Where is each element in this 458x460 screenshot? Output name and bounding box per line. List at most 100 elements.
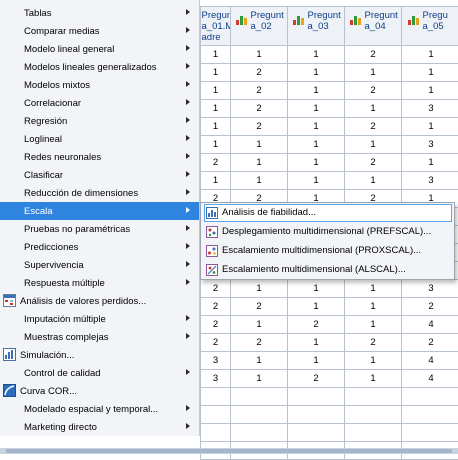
table-cell[interactable]: 1 <box>288 352 345 370</box>
table-cell[interactable]: 2 <box>201 316 231 334</box>
table-cell[interactable]: 1 <box>345 136 402 154</box>
menu-item-correlacionar[interactable]: Correlacionar <box>0 94 199 112</box>
table-cell[interactable]: 1 <box>231 280 288 298</box>
menu-item-control-de-calidad[interactable]: Control de calidad <box>0 364 199 382</box>
table-cell[interactable] <box>402 406 458 424</box>
menu-item-curva-cor[interactable]: Curva COR... <box>0 382 199 400</box>
table-cell[interactable]: 1 <box>402 154 458 172</box>
table-cell[interactable]: 2 <box>288 370 345 388</box>
table-cell[interactable]: 1 <box>288 280 345 298</box>
submenu-item-escalamiento-multidimensional-proxscal[interactable]: Escalamiento multidimensional (PROXSCAL)… <box>204 242 452 260</box>
table-cell[interactable]: 1 <box>402 118 458 136</box>
table-cell[interactable] <box>402 388 458 406</box>
menu-item-reduccion-de-dimensiones[interactable]: Reducción de dimensiones <box>0 184 199 202</box>
menu-item-pruebas-no-parametricas[interactable]: Pruebas no paramétricas <box>0 220 199 238</box>
table-cell[interactable]: 2 <box>345 82 402 100</box>
table-cell[interactable] <box>201 424 231 442</box>
table-cell[interactable]: 1 <box>231 352 288 370</box>
scrollbar-thumb[interactable] <box>6 449 452 453</box>
menu-item-tablas[interactable]: Tablas <box>0 4 199 22</box>
table-cell[interactable]: 1 <box>201 118 231 136</box>
menu-item-marketing-directo[interactable]: Marketing directo <box>0 418 199 436</box>
submenu-item-escalamiento-multidimensional-alscal[interactable]: Escalamiento multidimensional (ALSCAL)..… <box>204 261 452 279</box>
table-cell[interactable]: 1 <box>402 64 458 82</box>
table-cell[interactable]: 1 <box>288 334 345 352</box>
menu-item-imputacion-multiple[interactable]: Imputación múltiple <box>0 310 199 328</box>
menu-item-modelo-lineal-general[interactable]: Modelo lineal general <box>0 40 199 58</box>
table-cell[interactable]: 3 <box>402 280 458 298</box>
table-cell[interactable]: 4 <box>402 370 458 388</box>
table-cell[interactable]: 1 <box>345 100 402 118</box>
table-cell[interactable]: 1 <box>231 154 288 172</box>
table-cell[interactable] <box>345 388 402 406</box>
menu-item-clasificar[interactable]: Clasificar <box>0 166 199 184</box>
table-cell[interactable]: 1 <box>231 370 288 388</box>
menu-item-supervivencia[interactable]: Supervivencia <box>0 256 199 274</box>
table-cell[interactable]: 3 <box>402 100 458 118</box>
table-cell[interactable]: 1 <box>288 136 345 154</box>
menu-item-loglineal[interactable]: Loglineal <box>0 130 199 148</box>
table-cell[interactable]: 1 <box>288 118 345 136</box>
table-cell[interactable] <box>402 424 458 442</box>
table-cell[interactable]: 1 <box>345 172 402 190</box>
table-cell[interactable]: 1 <box>201 136 231 154</box>
table-cell[interactable]: 3 <box>201 370 231 388</box>
table-cell[interactable] <box>231 424 288 442</box>
table-cell[interactable]: 2 <box>231 82 288 100</box>
table-cell[interactable]: 2 <box>345 154 402 172</box>
table-cell[interactable]: 1 <box>288 100 345 118</box>
table-cell[interactable]: 2 <box>231 64 288 82</box>
column-header[interactable]: Pregunt a_01.M adre <box>201 7 231 46</box>
table-cell[interactable]: 2 <box>201 334 231 352</box>
table-cell[interactable]: 1 <box>201 64 231 82</box>
table-cell[interactable]: 1 <box>288 154 345 172</box>
table-cell[interactable]: 1 <box>402 46 458 64</box>
column-header[interactable]: Pregunt a_04 <box>345 7 402 46</box>
horizontal-scrollbar[interactable] <box>0 448 458 454</box>
table-cell[interactable]: 1 <box>345 316 402 334</box>
table-cell[interactable]: 1 <box>231 46 288 64</box>
table-cell[interactable]: 1 <box>345 298 402 316</box>
table-cell[interactable]: 1 <box>288 46 345 64</box>
table-cell[interactable] <box>345 424 402 442</box>
table-cell[interactable] <box>345 406 402 424</box>
table-cell[interactable]: 1 <box>201 82 231 100</box>
menu-item-escala[interactable]: Escala <box>0 202 199 220</box>
column-header[interactable]: Pregunt a_02 <box>231 7 288 46</box>
table-cell[interactable]: 2 <box>201 154 231 172</box>
table-cell[interactable] <box>288 424 345 442</box>
table-cell[interactable]: 1 <box>288 298 345 316</box>
table-cell[interactable]: 2 <box>345 334 402 352</box>
table-cell[interactable]: 2 <box>288 316 345 334</box>
table-cell[interactable]: 3 <box>402 172 458 190</box>
table-cell[interactable]: 1 <box>345 280 402 298</box>
table-cell[interactable] <box>201 406 231 424</box>
table-cell[interactable]: 1 <box>231 316 288 334</box>
table-cell[interactable]: 4 <box>402 352 458 370</box>
column-header[interactable]: Pregunt a_03 <box>288 7 345 46</box>
table-cell[interactable] <box>288 388 345 406</box>
menu-item-predicciones[interactable]: Predicciones <box>0 238 199 256</box>
table-cell[interactable]: 1 <box>201 172 231 190</box>
menu-item-respuesta-multiple[interactable]: Respuesta múltiple <box>0 274 199 292</box>
table-cell[interactable] <box>231 388 288 406</box>
table-cell[interactable]: 2 <box>231 298 288 316</box>
table-cell[interactable]: 2 <box>231 118 288 136</box>
menu-item-simulacion[interactable]: Simulación... <box>0 346 199 364</box>
table-cell[interactable]: 1 <box>201 100 231 118</box>
menu-item-comparar-medias[interactable]: Comparar medias <box>0 22 199 40</box>
table-cell[interactable]: 3 <box>402 136 458 154</box>
table-cell[interactable]: 2 <box>201 280 231 298</box>
table-cell[interactable]: 2 <box>231 100 288 118</box>
table-cell[interactable]: 3 <box>201 352 231 370</box>
table-cell[interactable]: 2 <box>402 334 458 352</box>
table-cell[interactable]: 1 <box>288 172 345 190</box>
table-cell[interactable]: 2 <box>345 118 402 136</box>
column-header[interactable]: Pregu a_05 <box>402 7 458 46</box>
menu-item-analisis-de-valores-perdidos[interactable]: Análisis de valores perdidos... <box>0 292 199 310</box>
table-cell[interactable]: 1 <box>231 172 288 190</box>
table-cell[interactable] <box>201 388 231 406</box>
table-cell[interactable]: 1 <box>345 370 402 388</box>
table-cell[interactable]: 1 <box>201 46 231 64</box>
table-cell[interactable]: 2 <box>402 298 458 316</box>
